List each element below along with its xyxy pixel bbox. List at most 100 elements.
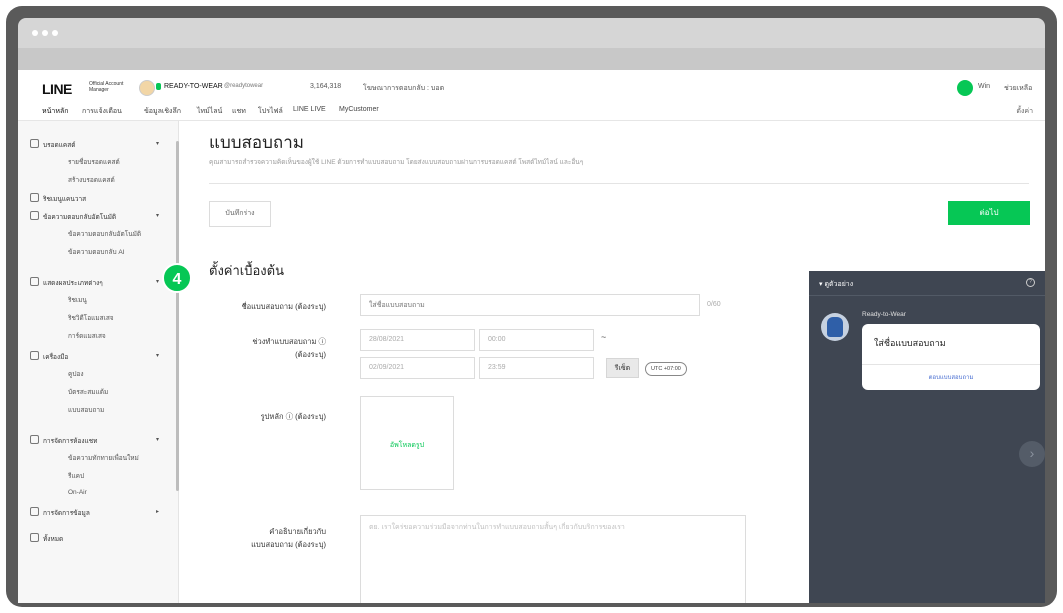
tab-notifications[interactable]: การแจ้งเตือน bbox=[82, 106, 122, 117]
preview-title: ดูตัวอย่าง bbox=[824, 281, 854, 288]
sidebar-item-broadcast-list[interactable]: รายชื่อบรอดแคสต์ bbox=[68, 157, 120, 167]
help-icon[interactable]: ? bbox=[1026, 278, 1035, 287]
sidebar-item-label: การจัดการข้อมูล bbox=[43, 510, 90, 517]
sidebar-item-label: ริชเมนูแคนวาส bbox=[43, 196, 87, 203]
layout-icon bbox=[30, 277, 39, 286]
survey-period-label: ช่วงทำแบบสอบถาม ⓘ bbox=[252, 337, 326, 346]
sidebar-item-card-message[interactable]: การ์ดแมสเสจ bbox=[68, 331, 106, 341]
name-char-counter: 0/60 bbox=[707, 301, 721, 308]
chevron-right-icon[interactable]: ▸ bbox=[156, 508, 159, 515]
sidebar-item-rich-media[interactable]: ริชเมนูแคนวาส bbox=[30, 193, 86, 204]
main-image-label: รูปหลัก ⓘ (ต้องระบุ) bbox=[260, 412, 326, 421]
user-avatar[interactable] bbox=[957, 80, 973, 96]
window-titlebar bbox=[18, 18, 1045, 48]
start-date-input[interactable]: 28/08/2021 bbox=[360, 329, 475, 351]
browser-toolbar bbox=[18, 48, 1045, 70]
sidebar-item-label: ทั้งหมด bbox=[43, 536, 64, 543]
sidebar-item-auto-reply[interactable]: ข้อความตอบกลับอัตโนมัติ bbox=[30, 211, 116, 222]
chevron-down-icon[interactable]: ▾ bbox=[156, 436, 159, 443]
survey-name-input[interactable] bbox=[360, 294, 700, 316]
database-icon bbox=[30, 507, 39, 516]
sidebar-item-label: บรอดแคสต์ bbox=[43, 142, 76, 149]
tab-timeline[interactable]: ไทม์ไลน์ bbox=[197, 106, 222, 117]
description-required: แบบสอบถาม (ต้องระบุ) bbox=[251, 540, 326, 549]
description-label: คำอธิบายเกี่ยวกับ bbox=[269, 527, 326, 536]
account-avatar[interactable] bbox=[139, 80, 155, 96]
tab-line-live[interactable]: LINE LIVE bbox=[293, 106, 326, 113]
tab-insights[interactable]: ข้อมูลเชิงลึก bbox=[144, 106, 181, 117]
sidebar-item-rich-video[interactable]: ริชวิดีโอแมสเสจ bbox=[68, 313, 114, 323]
sidebar-item-chat-management[interactable]: การจัดการห้องแชท bbox=[30, 435, 97, 446]
toolbox-icon bbox=[30, 351, 39, 360]
upload-image-link[interactable]: อัพโหลดรูป bbox=[361, 440, 453, 451]
page: LINE Official Account Manager READY-TO-W… bbox=[18, 70, 1045, 603]
followers-count: 3,164,318 bbox=[310, 83, 342, 90]
user-name[interactable]: Win bbox=[978, 83, 990, 90]
avatar bbox=[821, 313, 849, 341]
chevron-down-icon[interactable]: ▾ bbox=[156, 278, 159, 285]
window-close-dot[interactable] bbox=[32, 30, 38, 36]
chevron-down-icon[interactable]: ▾ bbox=[156, 352, 159, 359]
survey-period-required: (ต้องระบุ) bbox=[295, 350, 326, 359]
sidebar-item-auto-reply-ai[interactable]: ข้อความตอบกลับ AI bbox=[68, 247, 125, 257]
sidebar-item-rich-menu[interactable]: ริชเมนู bbox=[68, 295, 87, 305]
account-id: @readytowear bbox=[224, 83, 264, 89]
top-bar: LINE Official Account Manager READY-TO-W… bbox=[18, 70, 1045, 102]
tab-profile[interactable]: โปรไฟล์ bbox=[258, 106, 283, 117]
window-minimize-dot[interactable] bbox=[42, 30, 48, 36]
divider bbox=[209, 183, 1029, 184]
save-draft-button[interactable]: บันทึกร่าง bbox=[209, 201, 271, 227]
sidebar-item-survey[interactable]: แบบสอบถาม bbox=[68, 405, 104, 415]
next-button[interactable]: ต่อไป bbox=[948, 201, 1030, 225]
sidebar-item-more[interactable]: ทั้งหมด bbox=[30, 533, 63, 544]
chevron-down-icon[interactable]: ▾ bbox=[156, 140, 159, 147]
sidebar-item-data-management[interactable]: การจัดการข้อมูล bbox=[30, 507, 90, 518]
message-icon bbox=[30, 211, 39, 220]
chat-icon bbox=[30, 435, 39, 444]
bar-chart-icon bbox=[30, 193, 39, 202]
line-logo[interactable]: LINE bbox=[42, 81, 72, 97]
window-zoom-dot[interactable] bbox=[52, 30, 58, 36]
sidebar-item-reward-card[interactable]: บัตรสะสมแต้ม bbox=[68, 387, 108, 397]
plan-status[interactable]: โฆษณาการตอบกลับ : บอต bbox=[363, 83, 444, 94]
sidebar-item-coupon[interactable]: คูปอง bbox=[68, 369, 84, 379]
sidebar-item-broadcast-create[interactable]: สร้างบรอดแคสต์ bbox=[68, 175, 115, 185]
tab-home[interactable]: หน้าหลัก bbox=[42, 106, 68, 117]
end-date-input[interactable]: 02/09/2021 bbox=[360, 357, 475, 379]
sidebar-item-on-air[interactable]: On-Air bbox=[68, 489, 87, 496]
sidebar-item-auto-reply-message[interactable]: ข้อความตอบกลับอัตโนมัติ bbox=[68, 229, 141, 239]
main-content: แบบสอบถาม คุณสามารถสำรวจความคิดเห็นของผู… bbox=[179, 121, 1045, 603]
tab-chat[interactable]: แชท bbox=[232, 106, 246, 117]
page-subtitle: คุณสามารถสำรวจความคิดเห็นของผู้ใช้ LINE … bbox=[209, 159, 584, 166]
sidebar-item-display[interactable]: แสดงผลประเภทต่างๆ bbox=[30, 277, 103, 288]
sidebar-item-tools[interactable]: เครื่องมือ bbox=[30, 351, 68, 362]
preview-panel: ▾ ดูตัวอย่าง ? Ready-to-Wear ใส่ชื่อแบบส… bbox=[809, 271, 1045, 603]
divider bbox=[862, 364, 1040, 365]
sidebar-item-label: การจัดการห้องแชท bbox=[43, 438, 98, 445]
preview-toggle[interactable]: ▾ ดูตัวอย่าง bbox=[819, 279, 853, 290]
chevron-down-icon[interactable]: ▾ bbox=[156, 212, 159, 219]
sidebar-item-recap[interactable]: รีแคป bbox=[68, 471, 84, 481]
end-time-input[interactable]: 23:59 bbox=[479, 357, 594, 379]
start-time-input[interactable]: 00:00 bbox=[479, 329, 594, 351]
tab-mycustomer[interactable]: MyCustomer bbox=[339, 106, 379, 113]
sidebar-item-greeting[interactable]: ข้อความทักทายเพื่อนใหม่ bbox=[68, 453, 139, 463]
survey-name-label: ชื่อแบบสอบถาม (ต้องระบุ) bbox=[241, 302, 326, 311]
sidebar-item-broadcast[interactable]: บรอดแคสต์ bbox=[30, 139, 75, 150]
reset-button[interactable]: รีเซ็ต bbox=[606, 358, 639, 378]
sidebar-item-label: แสดงผลประเภทต่างๆ bbox=[43, 280, 103, 287]
browser-frame: LINE Official Account Manager READY-TO-W… bbox=[6, 6, 1057, 607]
settings-link[interactable]: ตั้งค่า bbox=[1016, 106, 1033, 117]
preview-card-title: ใส่ชื่อแบบสอบถาม bbox=[874, 338, 946, 348]
timezone-badge: UTC +07:00 bbox=[645, 362, 687, 376]
account-name[interactable]: READY-TO-WEAR bbox=[164, 83, 223, 90]
page-title: แบบสอบถาม bbox=[209, 133, 304, 152]
preview-answer-button[interactable]: ตอบแบบสอบถาม bbox=[862, 372, 1040, 382]
description-textarea[interactable]: ตย. เราใคร่ขอความร่วมมือจากท่านในการทำแบ… bbox=[360, 515, 746, 603]
section-title: ตั้งค่าเบื้องต้น bbox=[209, 263, 284, 278]
help-link[interactable]: ช่วยเหลือ bbox=[1004, 83, 1032, 94]
image-upload-box[interactable]: อัพโหลดรูป bbox=[360, 396, 454, 490]
preview-header: ▾ ดูตัวอย่าง ? bbox=[809, 271, 1045, 296]
sidebar-item-label: ข้อความตอบกลับอัตโนมัติ bbox=[43, 214, 117, 221]
chevron-right-icon[interactable]: › bbox=[1019, 441, 1045, 467]
